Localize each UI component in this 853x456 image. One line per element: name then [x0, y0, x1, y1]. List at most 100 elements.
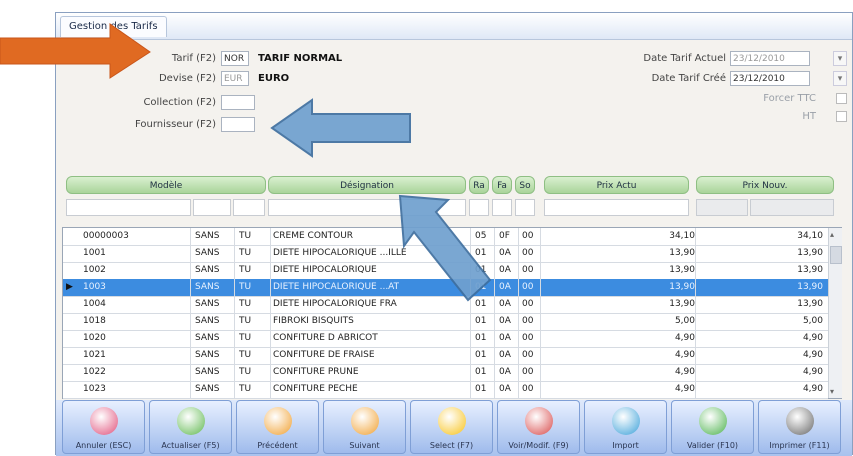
filter-so[interactable]	[515, 199, 535, 216]
blue-arrow-left-icon	[270, 98, 411, 158]
date-actuel-field[interactable]: 23/12/2010	[730, 51, 810, 66]
import-button[interactable]: Import	[584, 400, 667, 454]
cell-modele: 1022	[83, 367, 106, 377]
cell-modele: 1003	[83, 282, 106, 292]
cell-c2: TU	[239, 384, 252, 394]
next-button[interactable]: Suivant	[323, 400, 406, 454]
button-label: Import	[612, 441, 639, 450]
fournisseur-label: Fournisseur (F2)	[134, 119, 216, 130]
scroll-down-icon[interactable]: ▾	[830, 387, 834, 396]
cell-modele: 1004	[83, 299, 106, 309]
next-icon	[351, 407, 379, 435]
fournisseur-field[interactable]	[221, 117, 255, 132]
cell-prix-actu: 34,10	[669, 231, 695, 241]
validate-button[interactable]: Valider (F10)	[671, 400, 754, 454]
cell-so: 00	[522, 265, 534, 275]
table-row[interactable]: 1022 SANS TU CONFITURE PRUNE 01 0A 00 4,90 4,90	[63, 364, 828, 382]
cell-so: 00	[522, 367, 534, 377]
filter-prix-nouv-a[interactable]	[696, 199, 748, 216]
scroll-up-icon[interactable]: ▴	[830, 230, 834, 239]
cell-fa: 0F	[499, 231, 510, 241]
collection-label: Collection (F2)	[143, 97, 216, 108]
import-icon	[612, 407, 640, 435]
table-row[interactable]: 1021 SANS TU CONFITURE DE FRAISE 01 0A 00 4,90 4…	[63, 347, 828, 365]
column-header-prix-actu[interactable]: Prix Actu	[544, 176, 689, 194]
date-cree-label: Date Tarif Créé	[651, 73, 726, 84]
cell-designation: CREME CONTOUR	[273, 231, 354, 241]
calendar-icon[interactable]: ▾	[833, 51, 847, 66]
devise-name: EURO	[258, 73, 290, 84]
cell-c1: SANS	[195, 282, 220, 292]
cell-c1: SANS	[195, 231, 220, 241]
cell-c1: SANS	[195, 248, 220, 258]
cell-designation: DIETE HIPOCALORIQUE	[273, 265, 377, 275]
refresh-icon	[177, 407, 205, 435]
cell-modele: 1018	[83, 316, 106, 326]
button-label: Select (F7)	[429, 441, 474, 450]
cell-ra: 01	[475, 333, 487, 343]
table-row[interactable]: 1023 SANS TU CONFITURE PECHE 01 0A 00 4,90 4,90	[63, 381, 828, 399]
date-cree-field[interactable]: 23/12/2010	[730, 71, 810, 86]
cell-c1: SANS	[195, 265, 220, 275]
grid-scrollbar[interactable]: ▴ ▾	[828, 228, 842, 398]
filter-prix-actu[interactable]	[544, 199, 689, 216]
cell-prix-nouv: 4,90	[802, 367, 823, 377]
grid-line	[540, 228, 541, 398]
filter-col1[interactable]	[193, 199, 231, 216]
column-header-so[interactable]: So	[515, 176, 535, 194]
scroll-thumb[interactable]	[830, 246, 842, 264]
cell-c1: SANS	[195, 350, 220, 360]
cell-c1: SANS	[195, 367, 220, 377]
cell-prix-nouv: 13,90	[797, 282, 823, 292]
printer-button[interactable]: Imprimer (F11)	[758, 400, 841, 454]
cancel-button[interactable]: Annuler (ESC)	[62, 400, 145, 454]
tab-bar: Gestion des Tarifs	[56, 13, 852, 40]
cell-prix-nouv: 4,90	[802, 333, 823, 343]
cell-prix-nouv: 13,90	[797, 248, 823, 258]
column-header-prix-nouv[interactable]: Prix Nouv.	[696, 176, 834, 194]
cell-so: 00	[522, 316, 534, 326]
cell-modele: 1020	[83, 333, 106, 343]
cell-fa: 0A	[499, 299, 511, 309]
lightning-button[interactable]: Select (F7)	[410, 400, 493, 454]
cell-c2: TU	[239, 265, 252, 275]
cell-prix-actu: 13,90	[669, 265, 695, 275]
cell-c2: TU	[239, 367, 252, 377]
collection-field[interactable]	[221, 95, 255, 110]
devise-code-field[interactable]: EUR	[221, 71, 249, 86]
previous-button[interactable]: Précédent	[236, 400, 319, 454]
cell-prix-actu: 13,90	[669, 282, 695, 292]
filter-modele[interactable]	[66, 199, 191, 216]
cell-ra: 01	[475, 384, 487, 394]
column-header-modele[interactable]: Modèle	[66, 176, 266, 194]
button-label: Suivant	[349, 441, 380, 450]
cell-prix-actu: 13,90	[669, 248, 695, 258]
edit-icon	[525, 407, 553, 435]
table-row[interactable]: 1020 SANS TU CONFITURE D ABRICOT 01 0A 00 4,90 4…	[63, 330, 828, 348]
grid-line	[270, 228, 271, 398]
filter-prix-nouv-b[interactable]	[750, 199, 834, 216]
cell-c2: TU	[239, 248, 252, 258]
tarif-code-field[interactable]: NOR	[221, 51, 249, 66]
forcer-ttc-label: Forcer TTC	[763, 93, 816, 104]
refresh-button[interactable]: Actualiser (F5)	[149, 400, 232, 454]
cell-designation: CONFITURE D ABRICOT	[273, 333, 378, 343]
button-label: Annuler (ESC)	[75, 441, 132, 450]
cell-prix-nouv: 13,90	[797, 265, 823, 275]
cell-fa: 0A	[499, 248, 511, 258]
cell-so: 00	[522, 299, 534, 309]
cell-ra: 01	[475, 350, 487, 360]
cell-c2: TU	[239, 231, 252, 241]
ht-checkbox[interactable]	[836, 111, 847, 122]
cell-modele: 00000003	[83, 231, 129, 241]
button-label: Voir/Modif. (F9)	[508, 441, 569, 450]
cell-prix-nouv: 13,90	[797, 299, 823, 309]
cell-c1: SANS	[195, 316, 220, 326]
filter-col2[interactable]	[233, 199, 265, 216]
printer-icon	[786, 407, 814, 435]
cell-prix-nouv: 4,90	[802, 384, 823, 394]
cell-prix-actu: 4,90	[674, 384, 695, 394]
calendar-icon[interactable]: ▾	[833, 71, 847, 86]
forcer-ttc-checkbox[interactable]	[836, 93, 847, 104]
edit-button[interactable]: Voir/Modif. (F9)	[497, 400, 580, 454]
